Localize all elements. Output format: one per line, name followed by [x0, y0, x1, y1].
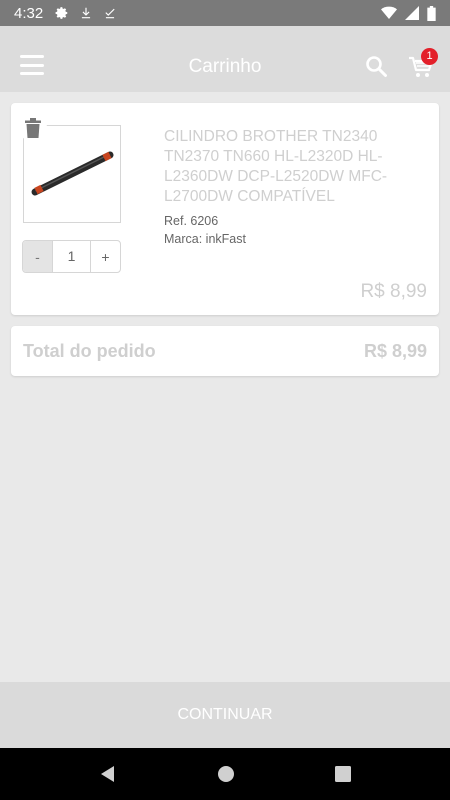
status-notification-icons: [55, 6, 117, 20]
status-time: 4:32: [14, 4, 44, 22]
download-icon: [82, 7, 91, 19]
battery-icon: [427, 5, 436, 21]
search-icon[interactable]: [364, 54, 388, 78]
recents-button[interactable]: [335, 766, 351, 782]
status-bar: 4:32: [0, 0, 450, 26]
home-icon: [218, 766, 234, 782]
trash-icon: [25, 118, 41, 138]
settings-icon: [55, 7, 68, 19]
app-bar: Carrinho: [0, 26, 450, 92]
continue-button[interactable]: CONTINUAR: [0, 682, 450, 748]
product-ref: Ref. 6206: [164, 214, 219, 228]
quantity-stepper: - 1 +: [22, 240, 121, 273]
check-icon: [105, 8, 115, 19]
signal-icon: [405, 6, 419, 20]
cart-count-badge: 1: [421, 48, 438, 65]
product-name[interactable]: CILINDRO BROTHER TN2340 TN2370 TN660 HL-…: [164, 127, 414, 207]
decrease-quantity-button[interactable]: -: [23, 241, 52, 272]
back-button[interactable]: [99, 765, 117, 783]
order-total-card: Total do pedido R$ 8,99: [11, 326, 439, 376]
home-button[interactable]: [217, 765, 235, 783]
system-nav-bar: [0, 748, 450, 800]
wifi-icon: [381, 6, 397, 20]
total-value: R$ 8,99: [363, 340, 427, 361]
cart-item-card: - 1 + CILINDRO BROTHER TN2340 TN2370 TN6…: [11, 103, 439, 315]
back-icon: [101, 766, 114, 782]
product-brand: Marca: inkFast: [164, 232, 246, 246]
quantity-value: 1: [52, 241, 91, 272]
item-price: R$ 8,99: [360, 281, 427, 302]
increase-quantity-button[interactable]: +: [91, 241, 120, 272]
recents-icon: [335, 766, 351, 782]
total-label: Total do pedido: [23, 340, 156, 361]
delete-item-button[interactable]: [19, 114, 47, 142]
